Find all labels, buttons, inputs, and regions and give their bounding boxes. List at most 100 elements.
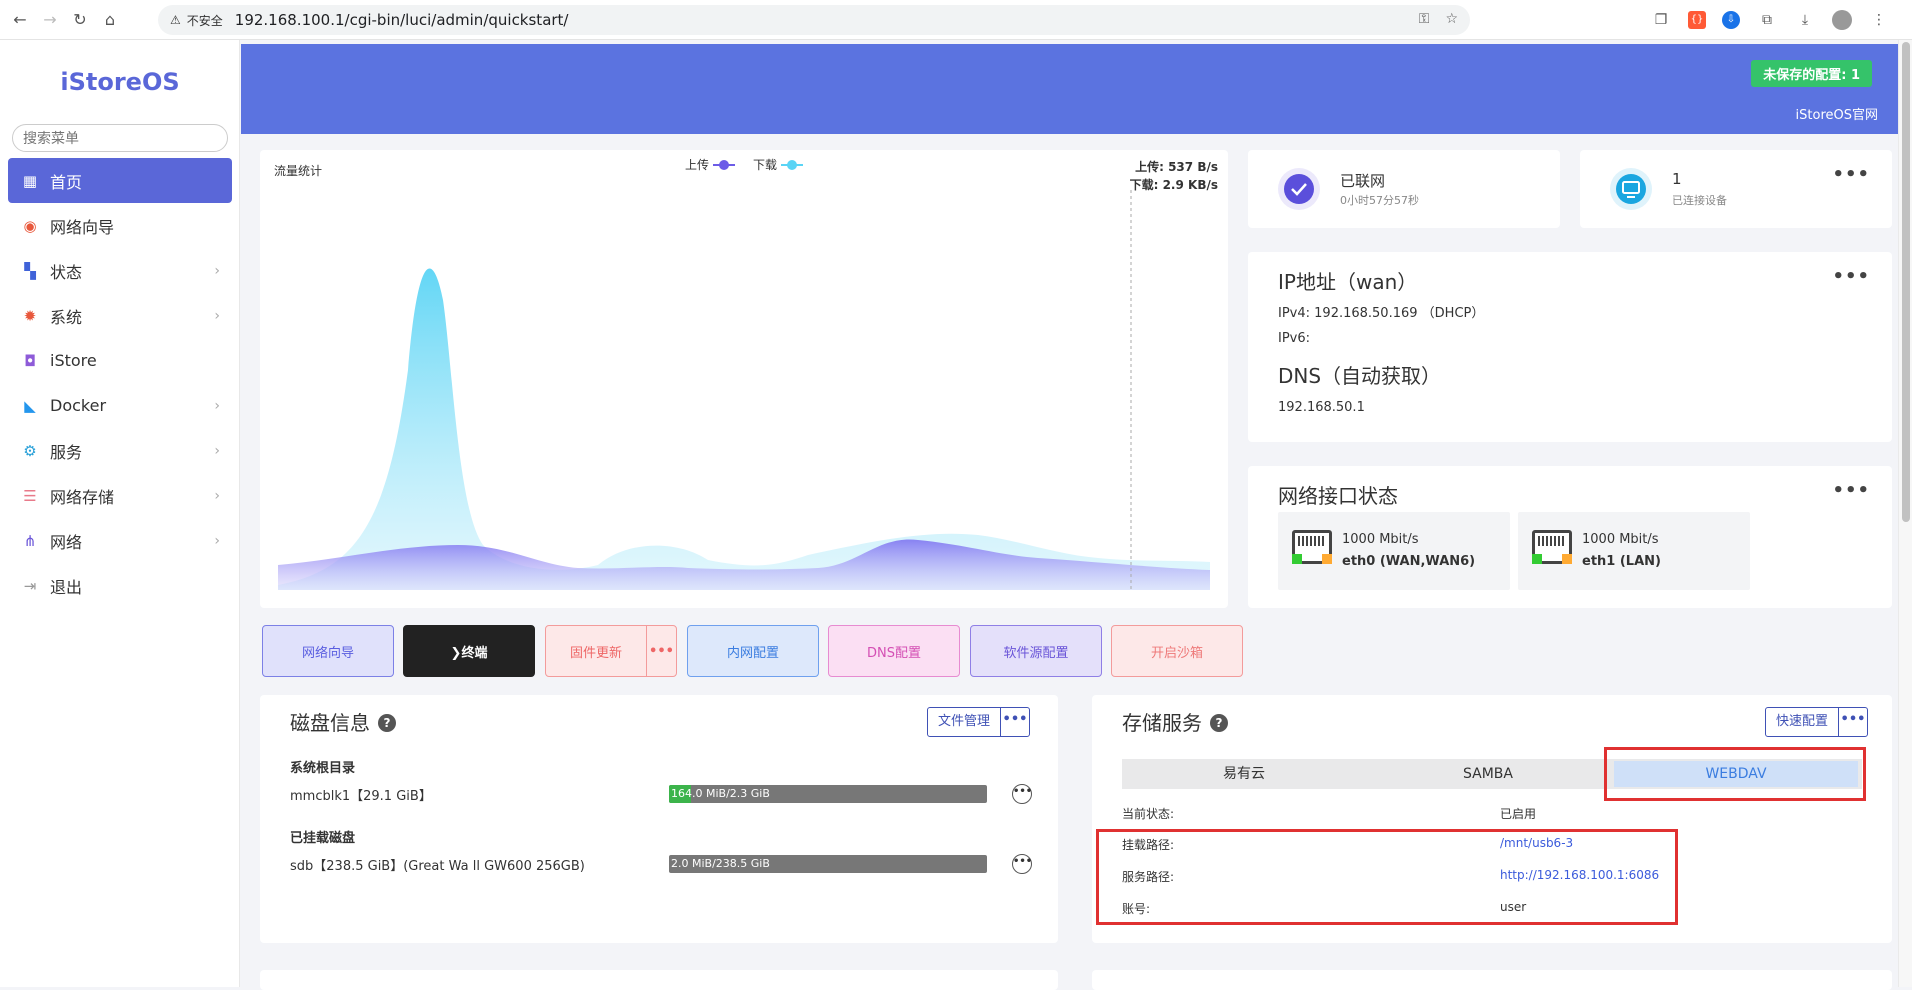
more-icon[interactable]: ••• (646, 626, 676, 676)
network-wizard-button[interactable]: 网络向导 (262, 625, 394, 677)
menu-search-input[interactable] (12, 124, 228, 152)
traffic-title: 流量统计 (274, 164, 323, 178)
online-duration: 0小时57分57秒 (1340, 194, 1419, 207)
ethernet-port-icon (1292, 530, 1332, 564)
chevron-right-icon: › (214, 262, 220, 279)
tab-samba[interactable]: SAMBA (1366, 759, 1610, 789)
home-icon[interactable]: ⌂ (102, 10, 118, 29)
sidebar-item-docker[interactable]: ◣ Docker › (8, 383, 232, 428)
root-disk-name: mmcblk1【29.1 GiB】 (290, 789, 432, 804)
scrollbar-thumb[interactable] (1902, 42, 1910, 522)
chevron-right-icon: › (214, 487, 220, 504)
quick-config-button[interactable]: 快速配置 (1766, 708, 1839, 736)
ipv6-value: IPv6: (1278, 331, 1311, 346)
legend-download[interactable]: 下载 (753, 156, 804, 173)
help-icon[interactable]: ? (1210, 714, 1228, 732)
gear-icon: ✹ (23, 306, 37, 325)
interface-title: 网络接口状态 (1278, 484, 1398, 508)
official-site-link[interactable]: iStoreOS官网 (1796, 104, 1878, 123)
sidebar-item-label: 网络向导 (50, 217, 115, 237)
more-icon[interactable]: ••• (1001, 708, 1029, 736)
url-text[interactable]: 192.168.100.1/cgi-bin/luci/admin/quickst… (235, 11, 569, 29)
more-circle-icon[interactable]: ••• (1012, 784, 1032, 804)
check-circle-icon (1278, 168, 1320, 210)
lan-config-button[interactable]: 内网配置 (687, 625, 819, 677)
mounted-usage-text: 2.0 MiB/238.5 GiB (671, 857, 770, 870)
extension-red-icon[interactable]: {} (1688, 11, 1706, 29)
devices-count: 1 (1672, 170, 1682, 188)
reload-icon[interactable]: ↻ (72, 10, 88, 29)
more-circle-icon[interactable]: ••• (1012, 854, 1032, 874)
star-icon[interactable]: ☆ (1445, 11, 1458, 27)
mounted-usage-bar: 2.0 MiB/238.5 GiB (669, 855, 987, 873)
sandbox-button[interactable]: 开启沙箱 (1111, 625, 1243, 677)
unsaved-changes-badge[interactable]: 未保存的配置: 1 (1751, 60, 1872, 87)
legend-download-swatch (781, 159, 804, 170)
sidebar-item-label: 系统 (50, 307, 83, 327)
more-icon[interactable]: ••• (1832, 480, 1870, 501)
sidebar-item-label: 退出 (50, 577, 83, 597)
sidebar-item-nas[interactable]: ☰ 网络存储 › (8, 473, 232, 518)
sidebar-item-home[interactable]: ▦ 首页 (8, 158, 232, 203)
firmware-update-button[interactable]: 固件更新 ••• (545, 625, 677, 677)
upload-rate: 上传: 537 B/s (1135, 160, 1218, 174)
highlight-box-tab (1604, 747, 1866, 801)
sidebar-item-label: 状态 (50, 262, 83, 282)
sidebar-item-logout[interactable]: ⇥ 退出 (8, 563, 232, 608)
sidebar-item-istore[interactable]: ◘ iStore (8, 338, 232, 383)
key-icon[interactable]: ⚿ (1419, 11, 1430, 27)
forward-icon[interactable]: → (42, 10, 58, 29)
more-icon[interactable]: ••• (1832, 266, 1870, 287)
online-status-card[interactable]: 已联网 0小时57分57秒 (1248, 150, 1560, 228)
sidebar-item-services[interactable]: ⚙ 服务 › (8, 428, 232, 473)
devices-label: 已连接设备 (1672, 194, 1727, 207)
sidebar-item-label: 网络存储 (50, 487, 115, 507)
tab-search-icon[interactable]: ❐ (1650, 9, 1672, 31)
warning-icon[interactable]: ⚠ (170, 13, 181, 27)
back-icon[interactable]: ← (12, 10, 28, 29)
sidebar-item-system[interactable]: ✹ 系统 › (8, 293, 232, 338)
devices-card[interactable]: 1 已连接设备 ••• (1580, 150, 1892, 228)
traffic-card: 流量统计 上传 下载 上传: 537 B/s 下载: 2.9 KB/s (260, 150, 1228, 608)
storage-service-card: 存储服务? 快速配置 ••• 易有云 SAMBA WEBDAV 当前状态: 已启… (1092, 695, 1892, 943)
sidebar-item-network[interactable]: ⋔ 网络 › (8, 518, 232, 563)
upload-area (278, 539, 1210, 590)
more-icon[interactable]: ••• (1839, 708, 1867, 736)
browser-menu-icon[interactable]: ⋮ (1868, 9, 1890, 31)
page-scrollbar[interactable] (1898, 40, 1912, 987)
status-grid-icon: ▚ (24, 261, 36, 280)
dns-title: DNS（自动获取） (1278, 364, 1442, 388)
interface-eth0[interactable]: 1000 Mbit/s eth0 (WAN,WAN6) (1278, 512, 1510, 590)
disk-title-wrap: 磁盘信息? (290, 707, 396, 736)
extension-blue-icon[interactable]: ⇩ (1722, 11, 1740, 29)
mounted-title: 已挂载磁盘 (290, 831, 356, 846)
tab-yiyouyun[interactable]: 易有云 (1122, 759, 1366, 789)
bag-icon: ◘ (24, 351, 36, 370)
ipv4-value: IPv4: 192.168.50.169 （DHCP） (1278, 306, 1485, 321)
interface-name: eth1 (LAN) (1582, 554, 1661, 569)
address-bar[interactable]: ⚠ 不安全 192.168.100.1/cgi-bin/luci/admin/q… (158, 5, 1470, 35)
more-icon[interactable]: ••• (1832, 164, 1870, 185)
sidebar-item-label: 首页 (50, 172, 83, 192)
legend-upload[interactable]: 上传 (685, 156, 736, 173)
profile-avatar[interactable] (1832, 10, 1852, 30)
sidebar-item-label: 网络 (50, 532, 83, 552)
sidebar-item-status[interactable]: ▚ 状态 › (8, 248, 232, 293)
sidebar-item-label: Docker (50, 396, 107, 415)
sidebar: iStoreOS ▦ 首页 ◉ 网络向导 ▚ 状态 › ✹ 系统 › ◘ iSt… (0, 40, 240, 987)
help-icon[interactable]: ? (378, 714, 396, 732)
dns-value: 192.168.50.1 (1278, 400, 1365, 415)
dns-config-button[interactable]: DNS配置 (828, 625, 960, 677)
file-manager-button[interactable]: 文件管理 (928, 708, 1001, 736)
download-icon[interactable]: ⤓ (1794, 9, 1816, 31)
next-card-right (1092, 970, 1892, 990)
terminal-button[interactable]: ❯终端 (403, 625, 535, 677)
sidebar-item-network-wizard[interactable]: ◉ 网络向导 (8, 203, 232, 248)
device-icon (1610, 168, 1652, 210)
network-tree-icon: ⋔ (23, 531, 37, 550)
logo[interactable]: iStoreOS (0, 68, 240, 96)
software-source-button[interactable]: 软件源配置 (970, 625, 1102, 677)
security-label[interactable]: 不安全 (187, 12, 223, 29)
interface-eth1[interactable]: 1000 Mbit/s eth1 (LAN) (1518, 512, 1750, 590)
puzzle-icon[interactable]: ⧉ (1756, 9, 1778, 31)
